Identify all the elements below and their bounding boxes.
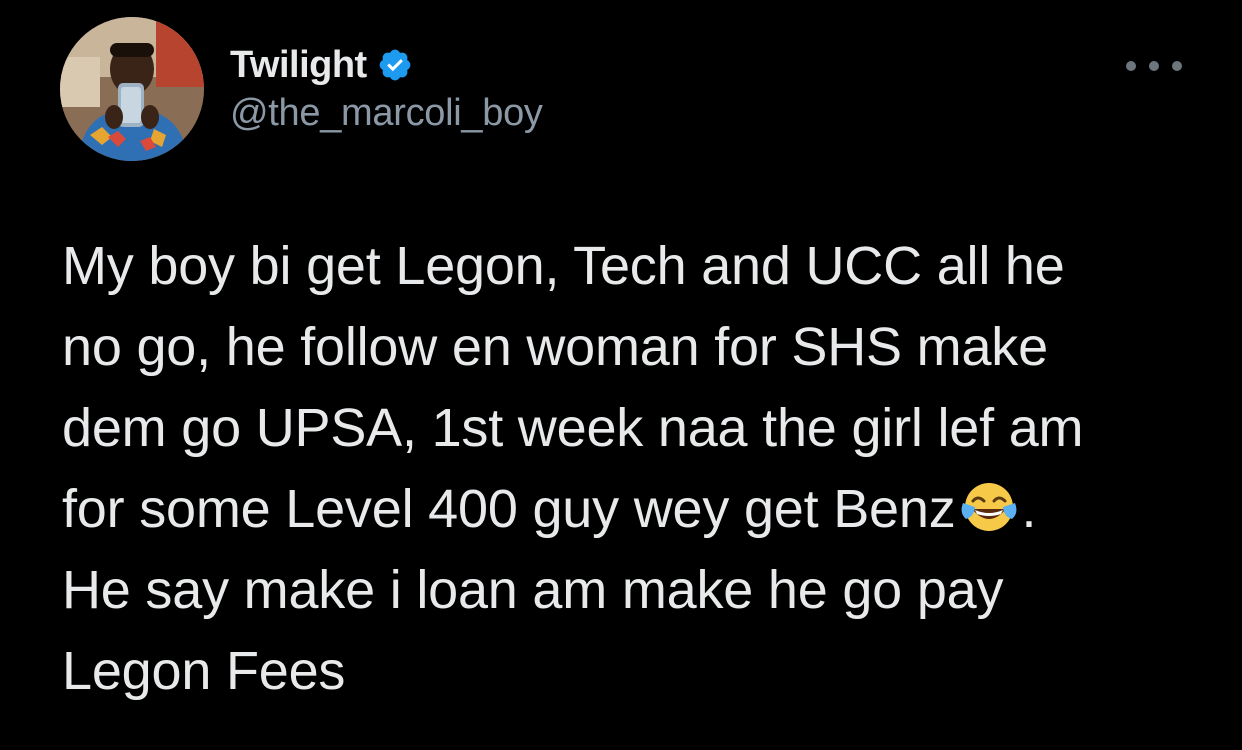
user-photo-avatar-icon — [60, 17, 204, 161]
tweet-text-line: for some Level 400 guy wey get Benz . — [62, 469, 1212, 550]
tweet-card: Twilight @the_marcoli_boy My boy bi get … — [0, 0, 1242, 750]
tweet-text-line: My boy bi get Legon, Tech and UCC all he — [62, 236, 1065, 296]
more-options-icon — [1149, 61, 1159, 71]
more-options-icon — [1172, 61, 1182, 71]
face-with-tears-of-joy-emoji-icon — [958, 477, 1020, 533]
author-display-name[interactable]: Twilight — [230, 44, 367, 87]
tweet-text: My boy bi get Legon, Tech and UCC all he… — [62, 226, 1212, 712]
more-options-button[interactable] — [1126, 52, 1182, 80]
more-options-icon — [1126, 61, 1136, 71]
tweet-text-segment: . — [1021, 479, 1037, 539]
tweet-text-line: no go, he follow en woman for SHS make — [62, 317, 1048, 377]
tweet-text-line: Legon Fees — [62, 641, 346, 701]
tweet-text-segment: for some Level 400 guy wey get Benz — [62, 479, 956, 539]
tweet-text-line: He say make i loan am make he go pay — [62, 560, 1004, 620]
tweet-text-line: dem go UPSA, 1st week naa the girl lef a… — [62, 398, 1084, 458]
author-handle[interactable]: @the_marcoli_boy — [230, 92, 543, 135]
author-name-row[interactable]: Twilight — [230, 40, 413, 90]
author-avatar[interactable] — [60, 17, 204, 161]
verified-badge-icon — [377, 47, 413, 83]
